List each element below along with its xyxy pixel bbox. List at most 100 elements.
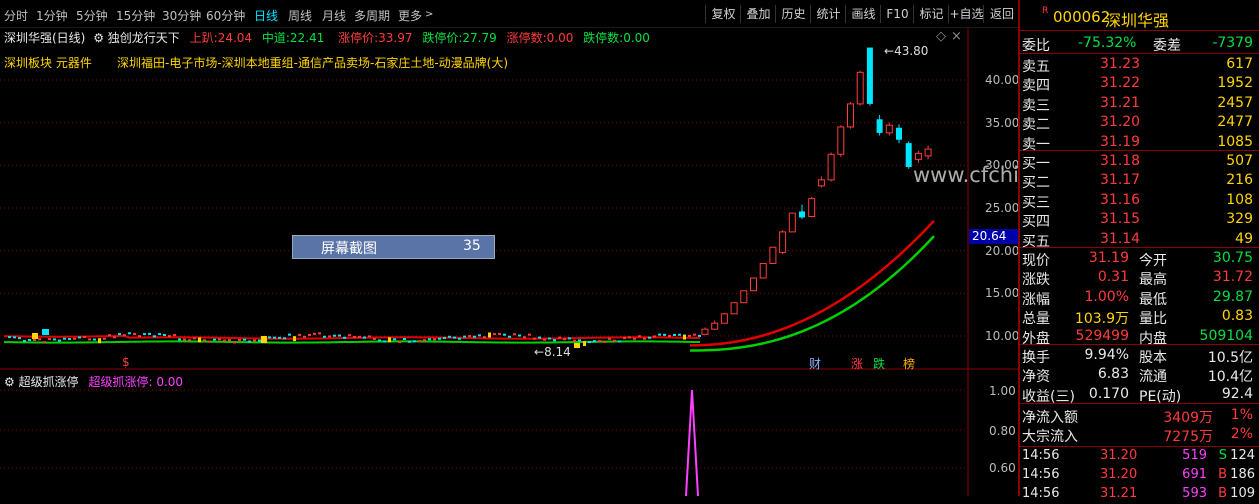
candle-body[interactable] (760, 263, 766, 278)
stat-value: 103.9万 (1075, 308, 1129, 328)
panel-divider[interactable] (1018, 0, 1020, 496)
candle-body[interactable] (886, 125, 892, 133)
toolbar-button-1[interactable]: 叠加 (740, 5, 776, 23)
flat-candle (313, 333, 316, 335)
mid-label: 中道: (262, 31, 290, 45)
event-down-marker[interactable]: 跌 (873, 355, 885, 372)
toolbar-button-5[interactable]: F10 (880, 5, 914, 23)
tab-3[interactable]: 15分钟 (116, 7, 155, 24)
flat-candle (333, 335, 336, 337)
candle-body[interactable] (848, 104, 854, 127)
sub-series-label: 超级抓涨停: (88, 375, 152, 389)
diamond-icon[interactable]: ◇ (936, 29, 946, 44)
candle-body[interactable] (906, 143, 912, 167)
flat-candle (593, 340, 596, 342)
candle-body[interactable] (731, 303, 737, 314)
candle-body[interactable] (838, 127, 844, 154)
flat-candle (178, 338, 181, 340)
gear-icon[interactable]: ⚙ (93, 31, 104, 45)
tab-10[interactable]: 更多 (398, 7, 422, 24)
tick-volume: 519 (1182, 448, 1207, 463)
flat-candle (148, 333, 151, 335)
candle-body[interactable] (915, 153, 921, 159)
flat-candle (128, 332, 131, 334)
tab-1[interactable]: 1分钟 (36, 7, 68, 24)
bid-price: 31.16 (1100, 192, 1140, 208)
candle-body[interactable] (828, 154, 834, 180)
stat-value: 10.5亿 (1208, 347, 1253, 367)
candle-body[interactable] (877, 119, 883, 133)
candle-body[interactable] (789, 213, 795, 232)
stat-label: 收益(三) (1022, 386, 1075, 406)
candle-body[interactable] (809, 199, 815, 217)
sub-chart-title[interactable]: 超级抓涨停 (19, 375, 79, 389)
s-marker[interactable]: $ (122, 355, 130, 369)
stock-name[interactable]: 深圳华强 (1105, 7, 1169, 31)
flat-candle (373, 338, 376, 340)
toolbar-button-8[interactable]: 返回 (983, 5, 1020, 23)
toolbar-button-0[interactable]: 复权 (705, 5, 741, 23)
tab-6[interactable]: 日线 (254, 7, 278, 24)
tab-4[interactable]: 30分钟 (162, 7, 201, 24)
quote-row-ask-1: 卖四 31.22 1952 (1020, 74, 1259, 93)
stat-value: 92.4 (1222, 386, 1253, 402)
quote-row-stat-2: 涨幅 1.00% 最低 29.87 (1020, 288, 1259, 307)
ask-label: 卖五 (1022, 56, 1050, 76)
flat-candle (588, 341, 591, 343)
candle-body[interactable] (702, 329, 708, 334)
flat-candle (323, 336, 326, 338)
bid-price: 31.17 (1100, 172, 1140, 188)
flat-candle (32, 333, 38, 339)
chevron-right-icon[interactable]: > (425, 9, 433, 20)
screenshot-popup[interactable]: 屏幕截图 35 (292, 235, 495, 259)
flat-candle (198, 337, 201, 342)
event-finance-marker[interactable]: 财 (809, 355, 821, 372)
tab-5[interactable]: 60分钟 (206, 7, 245, 24)
flat-candle (73, 338, 76, 340)
flat-candle (293, 336, 296, 341)
toolbar-button-3[interactable]: 统计 (810, 5, 846, 23)
indicator-name[interactable]: 独创龙行天下 (108, 31, 180, 45)
candle-body[interactable] (867, 48, 873, 104)
weicha-label: 委差 (1153, 35, 1181, 55)
tab-8[interactable]: 月线 (322, 7, 346, 24)
candle-body[interactable] (721, 314, 727, 323)
chart-canvas[interactable] (0, 0, 1020, 496)
candle-body[interactable] (751, 278, 757, 291)
candle-body[interactable] (818, 180, 824, 186)
close-icon[interactable]: × (951, 29, 962, 44)
candle-body[interactable] (770, 247, 776, 263)
flat-candle (578, 339, 581, 341)
quote-row-bid-2: 买三 31.16 108 (1020, 191, 1259, 210)
flat-candle (93, 339, 96, 341)
tab-9[interactable]: 多周期 (354, 7, 390, 24)
candle-body[interactable] (712, 323, 718, 329)
tick-side: B (1218, 467, 1227, 482)
candle-body[interactable] (896, 128, 902, 140)
tab-0[interactable]: 分时 (4, 7, 28, 24)
event-rank-marker[interactable]: 榜 (903, 355, 915, 372)
tab-2[interactable]: 5分钟 (76, 7, 108, 24)
tab-7[interactable]: 周线 (288, 7, 312, 24)
candle-body[interactable] (925, 149, 931, 156)
flat-candle (138, 335, 141, 337)
toolbar-button-7[interactable]: +自选 (948, 5, 984, 23)
toolbar-button-2[interactable]: 历史 (775, 5, 811, 23)
flat-candle (358, 336, 361, 338)
flat-candle (8, 336, 11, 338)
candle-body[interactable] (799, 211, 805, 217)
toolbar-button-4[interactable]: 画线 (845, 5, 881, 23)
flat-candle (63, 338, 66, 340)
event-up-marker[interactable]: 涨 (851, 355, 863, 372)
candle-body[interactable] (857, 72, 863, 104)
y-tick-label: 25.00 (985, 201, 1019, 215)
candle-body[interactable] (741, 291, 747, 303)
toolbar-button-6[interactable]: 标记 (913, 5, 949, 23)
gear-icon[interactable]: ⚙ (4, 375, 15, 389)
flat-candle (598, 340, 601, 342)
flat-candle (133, 333, 136, 335)
ask-label: 卖三 (1022, 95, 1050, 115)
bid-label: 买四 (1022, 211, 1050, 231)
candle-body[interactable] (780, 232, 786, 252)
flat-candle (563, 338, 566, 340)
